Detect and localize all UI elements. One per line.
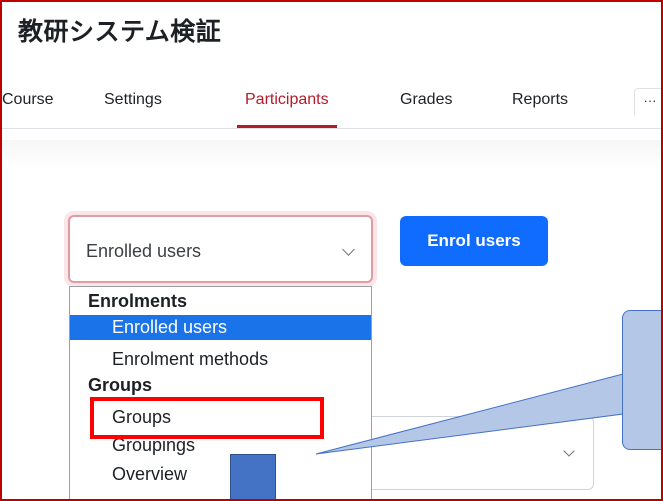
annotation-callout-bubble xyxy=(622,310,661,450)
screenshot-frame: 教研システム検証 Course Settings Participants Gr… xyxy=(0,0,663,501)
callout-pointer xyxy=(315,373,624,455)
